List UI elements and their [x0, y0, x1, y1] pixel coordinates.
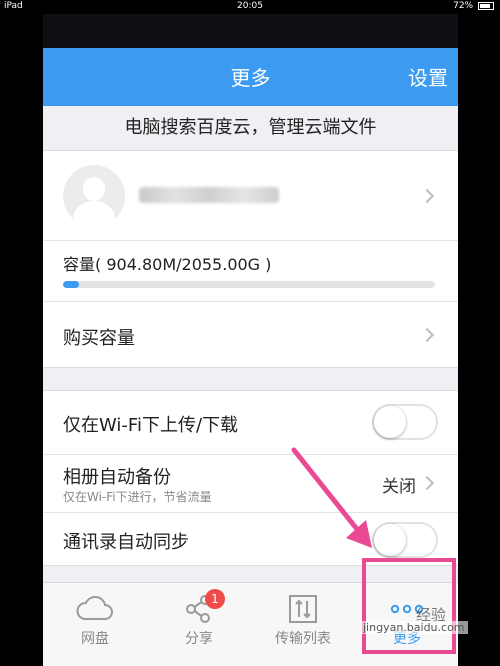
tab-netdisk[interactable]: 网盘 [43, 583, 147, 666]
capacity-label: 容量( 904.80M/2055.00G ) [63, 255, 272, 274]
avatar-body [73, 201, 115, 227]
top-bezel [43, 14, 458, 48]
capacity-progress-fill [63, 281, 80, 288]
nav-bar: 更多 设置 [43, 48, 458, 106]
contacts-sync-label: 通讯录自动同步 [63, 532, 189, 553]
album-backup-sub: 仅在Wi-Fi下进行，节省流量 [63, 490, 212, 504]
status-time: 20:05 [237, 1, 263, 11]
transfer-icon [289, 595, 317, 623]
wifi-only-label: 仅在Wi-Fi下上传/下载 [63, 415, 239, 436]
buy-capacity-row[interactable]: 购买容量 [43, 301, 458, 369]
tab-label: 传输列表 [275, 631, 331, 647]
annotation-arrow-icon [291, 447, 372, 548]
album-backup-label: 相册自动备份 [63, 467, 171, 488]
wifi-only-row: 仅在Wi-Fi下上传/下载 [43, 391, 458, 455]
avatar-head [83, 177, 105, 201]
tab-label: 分享 [185, 631, 213, 647]
toggle-knob [374, 406, 406, 438]
capacity-progress-bar [63, 281, 435, 288]
username-blurred [139, 187, 279, 203]
status-bar: iPad 20:05 72% [0, 0, 500, 14]
settings-button[interactable]: 设置 [408, 62, 448, 91]
profile-row[interactable] [43, 151, 458, 241]
tab-transfer-list[interactable]: 传输列表 [251, 583, 355, 666]
account-card: 容量( 904.80M/2055.00G ) 购买容量 [43, 150, 458, 368]
wifi-only-toggle[interactable] [372, 404, 438, 440]
cloud-icon [76, 595, 113, 620]
watermark-url: jingyan.baidu.com [360, 621, 468, 634]
chevron-right-icon [419, 475, 435, 491]
promo-text: 电脑搜索百度云，管理云端文件 [43, 106, 458, 150]
battery-percent: 72% [453, 1, 474, 11]
page-title: 更多 [230, 66, 271, 90]
album-backup-row[interactable]: 相册自动备份 仅在Wi-Fi下进行，节省流量 关闭 [43, 455, 458, 513]
tab-share[interactable]: 1 分享 [147, 583, 251, 666]
chevron-right-icon [419, 188, 435, 204]
settings-card: 仅在Wi-Fi下上传/下载 相册自动备份 仅在Wi-Fi下进行，节省流量 关闭 … [43, 390, 458, 566]
chevron-right-icon [419, 327, 435, 343]
notification-badge: 1 [205, 589, 225, 609]
avatar [63, 165, 125, 227]
battery-icon [478, 1, 494, 10]
battery-indicator: 72% [453, 1, 494, 11]
tab-label: 网盘 [81, 631, 109, 647]
buy-capacity-label: 购买容量 [63, 328, 135, 349]
